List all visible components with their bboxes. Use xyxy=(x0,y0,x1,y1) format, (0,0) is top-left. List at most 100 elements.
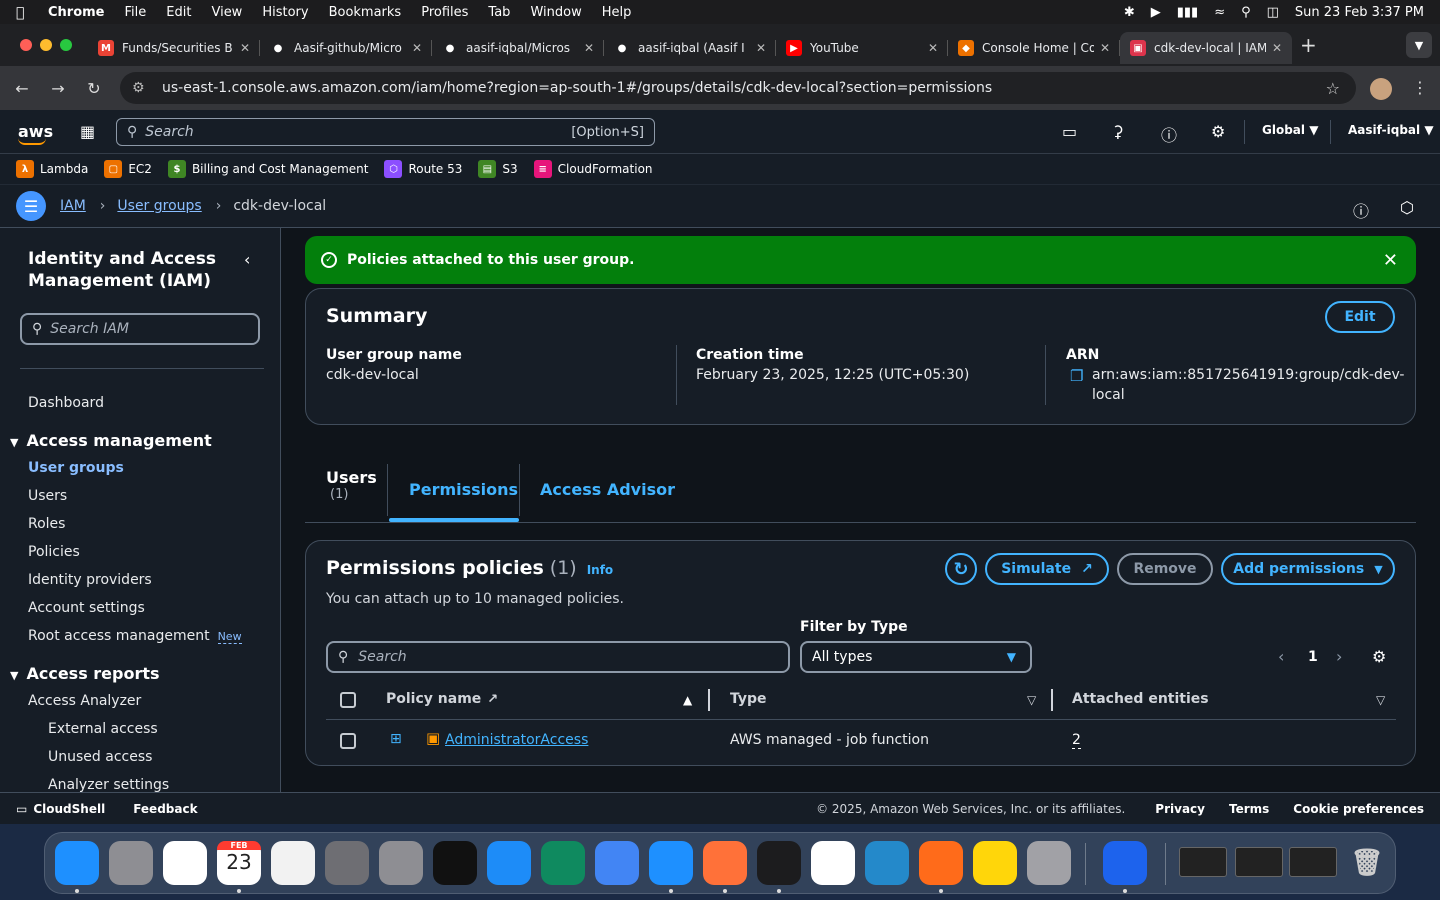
favorite-service-cloudformation[interactable]: ≡ CloudFormation xyxy=(533,160,653,178)
browser-tab[interactable]: ▣ cdk-dev-local | IAM ✕ xyxy=(1120,32,1292,64)
firefox-app-icon[interactable] xyxy=(703,841,747,885)
minimize-window-button[interactable] xyxy=(40,39,52,51)
sidebar-item-identity-providers[interactable]: Identity providers xyxy=(28,572,152,588)
hamburger-menu-icon[interactable]: ☰ xyxy=(16,191,46,221)
menu-view[interactable]: View xyxy=(211,5,242,20)
finder-app-icon[interactable] xyxy=(55,841,99,885)
select-all-checkbox[interactable] xyxy=(340,692,356,708)
column-attached-entities[interactable]: Attached entities xyxy=(1072,691,1209,707)
apple-icon[interactable]:  xyxy=(16,5,30,21)
column-divider[interactable] xyxy=(708,689,710,711)
column-divider[interactable] xyxy=(1051,689,1053,711)
system-settings-app-icon[interactable] xyxy=(379,841,423,885)
profile-avatar[interactable] xyxy=(1370,78,1392,100)
tab-close-icon[interactable]: ✕ xyxy=(928,41,938,55)
preferences-gear-icon[interactable]: ⚙ xyxy=(1372,647,1386,666)
menu-profiles[interactable]: Profiles xyxy=(421,5,468,20)
battery-icon[interactable]: ▮▮▮ xyxy=(1177,5,1198,20)
kebab-menu-icon[interactable]: ⋮ xyxy=(1412,78,1428,97)
menu-tab[interactable]: Tab xyxy=(488,5,510,20)
menu-help[interactable]: Help xyxy=(602,5,632,20)
settings-gear-icon[interactable]: ⚙ xyxy=(1211,122,1225,141)
mongodb-compass-app-icon[interactable] xyxy=(811,841,855,885)
new-tab-button[interactable]: + xyxy=(1300,33,1317,57)
refresh-icon[interactable]: ↻ xyxy=(945,553,977,585)
minimized-window-3[interactable] xyxy=(1289,847,1337,877)
favorite-service-ec2[interactable]: ▢ EC2 xyxy=(104,160,152,178)
address-bar[interactable]: ⚙ us-east-1.console.aws.amazon.com/iam/h… xyxy=(120,72,1356,104)
menu-bookmarks[interactable]: Bookmarks xyxy=(329,5,402,20)
spotlight-search-icon[interactable]: ⚲ xyxy=(1241,5,1251,20)
bluetooth-icon[interactable]: ✱ xyxy=(1124,5,1135,20)
sort-icon[interactable]: ▽ xyxy=(1027,693,1036,707)
policy-search-input[interactable]: ⚲ Search xyxy=(326,641,790,673)
sidebar-item-unused-access[interactable]: Unused access xyxy=(48,749,152,765)
attached-entities-count[interactable]: 2 xyxy=(1072,732,1081,749)
textedit-app-icon[interactable] xyxy=(271,841,315,885)
notifications-bell-icon[interactable]: ⚳ xyxy=(1112,122,1124,141)
address-url[interactable]: us-east-1.console.aws.amazon.com/iam/hom… xyxy=(162,80,992,96)
sort-icon[interactable]: ▽ xyxy=(1376,693,1385,707)
close-window-button[interactable] xyxy=(20,39,32,51)
breadcrumb-iam[interactable]: IAM xyxy=(60,198,86,214)
system-preferences-app-icon[interactable] xyxy=(1027,841,1071,885)
reload-icon[interactable]: ↻ xyxy=(76,79,112,98)
column-policy-name[interactable]: Policy name ↗ xyxy=(386,691,498,707)
back-arrow-icon[interactable]: ← xyxy=(4,79,40,98)
sidebar-item-external-access[interactable]: External access xyxy=(48,721,158,737)
tab-close-icon[interactable]: ✕ xyxy=(1272,41,1282,55)
help-icon[interactable]: ⓘ xyxy=(1161,122,1177,146)
policy-link-administratoraccess[interactable]: AdministratorAccess xyxy=(445,732,588,748)
tab-close-icon[interactable]: ✕ xyxy=(240,41,250,55)
tab-search-chevron-icon[interactable]: ▼ xyxy=(1406,32,1432,58)
breadcrumb-user-groups[interactable]: User groups xyxy=(117,198,201,214)
dismiss-close-icon[interactable]: ✕ xyxy=(1383,250,1398,271)
safari-app-icon[interactable] xyxy=(649,841,693,885)
bookmark-star-icon[interactable]: ☆ xyxy=(1326,79,1340,98)
sidebar-item-users[interactable]: Users xyxy=(28,488,67,504)
edit-button[interactable]: Edit xyxy=(1325,301,1395,333)
tab-close-icon[interactable]: ✕ xyxy=(756,41,766,55)
sort-ascending-icon[interactable]: ▲ xyxy=(683,693,692,707)
cloudshell-icon[interactable]: ▭ xyxy=(16,802,27,816)
copy-icon[interactable]: ❐ xyxy=(1070,367,1083,385)
console-search-input[interactable]: ⚲ Search [Option+S] xyxy=(116,118,655,146)
minimized-window-2[interactable] xyxy=(1235,847,1283,877)
browser-tab[interactable]: ● aasif-iqbal (Aasif I ✕ xyxy=(604,32,776,64)
sidebar-search-input[interactable]: ⚲ Search IAM xyxy=(20,313,260,345)
chrome-app-icon[interactable] xyxy=(595,841,639,885)
column-type[interactable]: Type xyxy=(730,691,767,707)
wifi-icon[interactable]: ≈ xyxy=(1214,5,1225,20)
page-number[interactable]: 1 xyxy=(1308,649,1318,665)
sidebar-section-access-reports[interactable]: ▼ Access reports xyxy=(10,664,160,683)
minimized-window-1[interactable] xyxy=(1179,847,1227,877)
app-store-app-icon[interactable] xyxy=(487,841,531,885)
info-panel-icon[interactable]: ⓘ xyxy=(1353,198,1369,222)
sidebar-item-user-groups[interactable]: User groups xyxy=(28,460,124,476)
cloudshell-icon[interactable]: ▭ xyxy=(1062,122,1077,141)
tab-access-advisor[interactable]: Access Advisor xyxy=(540,480,675,499)
region-selector[interactable]: Global ▼ xyxy=(1262,123,1318,137)
favorite-service-s3[interactable]: ▤ S3 xyxy=(478,160,518,178)
next-page-icon[interactable]: › xyxy=(1336,647,1342,666)
sidebar-item-access-analyzer[interactable]: Access Analyzer xyxy=(28,693,141,709)
tab-close-icon[interactable]: ✕ xyxy=(584,41,594,55)
feedback-link[interactable]: Feedback xyxy=(133,802,197,816)
browser-tab[interactable]: ● aasif-iqbal/Micros ✕ xyxy=(432,32,604,64)
services-grid-icon[interactable]: ▦ xyxy=(80,122,95,141)
cloudshell-link[interactable]: CloudShell xyxy=(33,802,105,816)
sidebar-section-access-management[interactable]: ▼ Access management xyxy=(10,431,212,450)
menu-history[interactable]: History xyxy=(262,5,308,20)
remove-button[interactable]: Remove xyxy=(1117,553,1213,585)
sidebar-item-account-settings[interactable]: Account settings xyxy=(28,600,145,616)
favorite-service-billing-and-cost-management[interactable]: $ Billing and Cost Management xyxy=(167,160,368,178)
calendar-app-icon[interactable]: FEB 23 xyxy=(217,841,261,885)
expand-plus-icon[interactable]: ⊞ xyxy=(390,731,402,747)
cookie-preferences-link[interactable]: Cookie preferences xyxy=(1293,802,1424,816)
collapse-sidebar-icon[interactable]: ‹ xyxy=(244,250,250,269)
launchpad-app-icon[interactable] xyxy=(109,841,153,885)
hexagon-settings-icon[interactable]: ⬡ xyxy=(1400,198,1414,217)
tab-close-icon[interactable]: ✕ xyxy=(412,41,422,55)
menu-file[interactable]: File xyxy=(125,5,147,20)
sidebar-item-dashboard[interactable]: Dashboard xyxy=(28,395,104,411)
